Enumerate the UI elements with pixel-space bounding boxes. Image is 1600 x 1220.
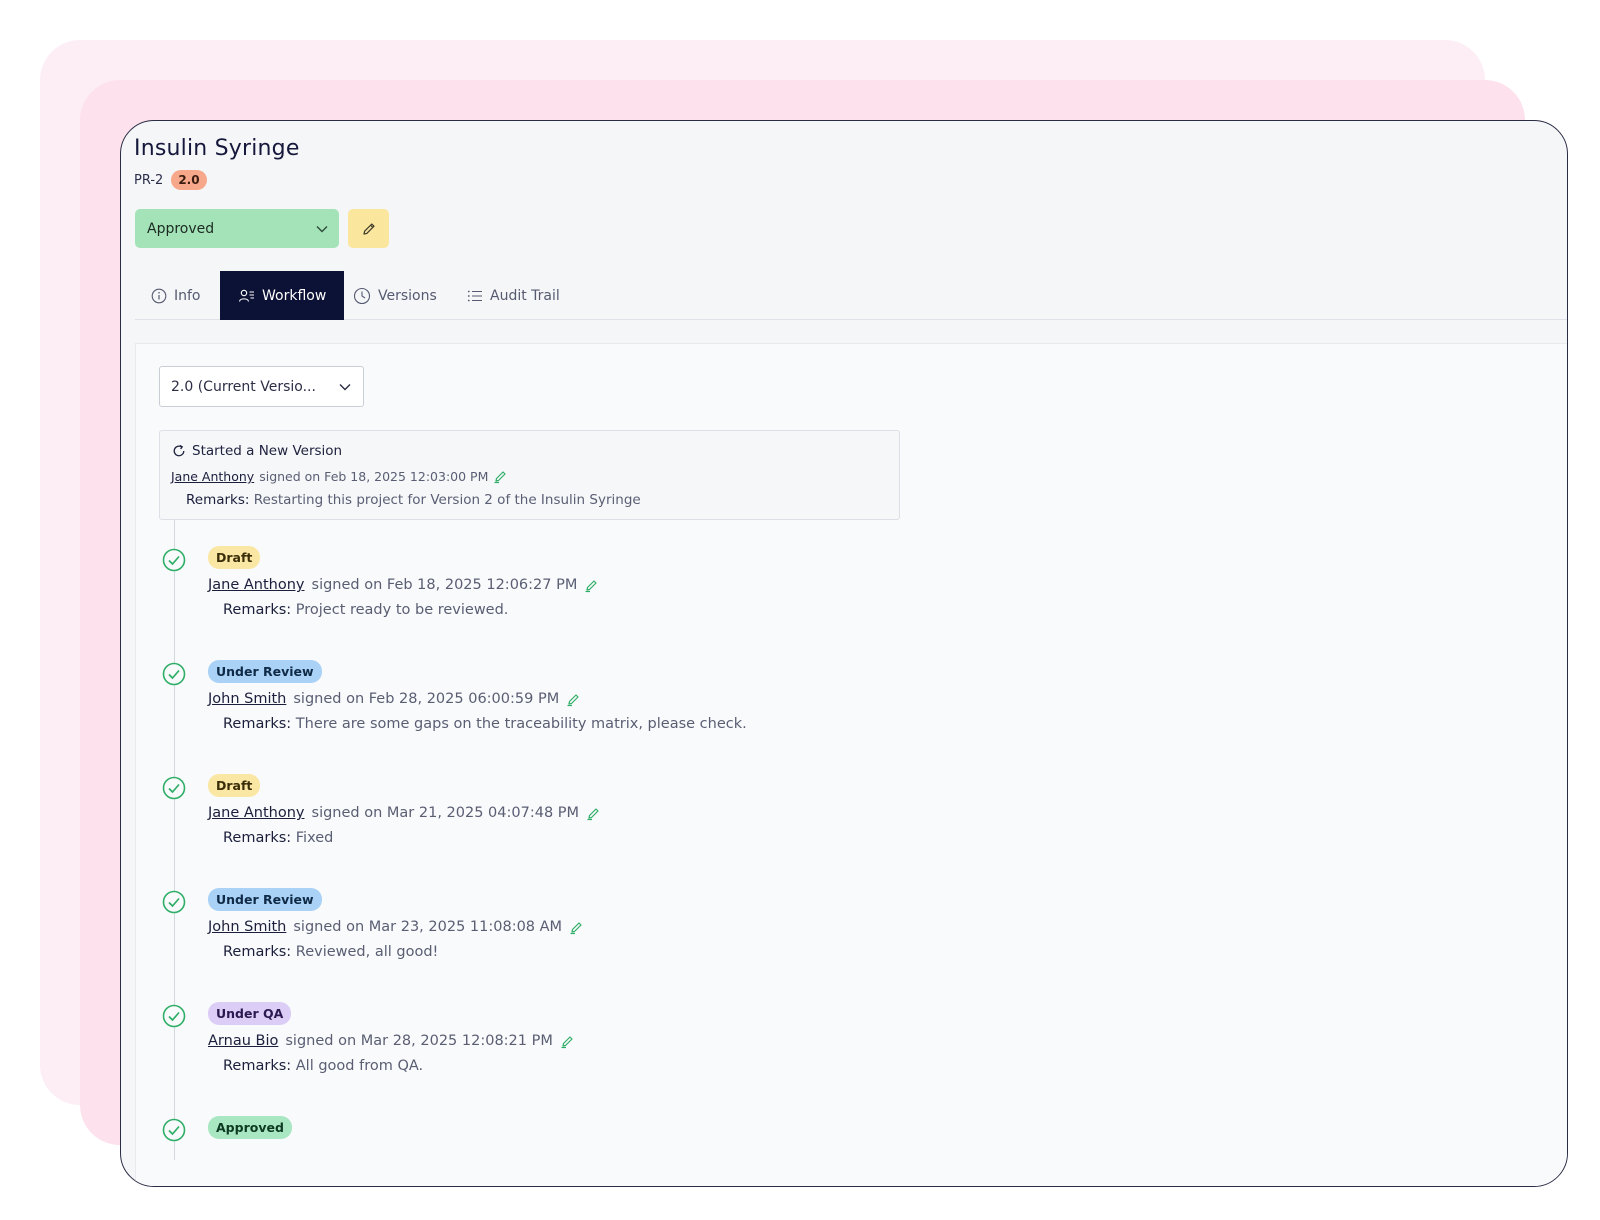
- tab-versions[interactable]: Versions: [353, 271, 437, 320]
- remarks-label: Remarks:: [223, 1058, 292, 1074]
- remarks-label: Remarks:: [223, 716, 292, 732]
- version-dropdown[interactable]: 2.0 (Current Versio...: [159, 366, 364, 407]
- signature-icon: [560, 1034, 575, 1049]
- check-circle-icon: [162, 1004, 186, 1028]
- timeline-event: Under QA Arnau Bio signed on Mar 28, 202…: [162, 1002, 1062, 1102]
- status-dropdown[interactable]: Approved: [135, 209, 339, 248]
- version-dropdown-value: 2.0 (Current Versio...: [171, 378, 316, 395]
- event-remarks: Remarks: All good from QA.: [223, 1058, 423, 1074]
- status-dropdown-value: Approved: [147, 220, 215, 237]
- signature-icon: [586, 806, 601, 821]
- tab-workflow[interactable]: Workflow: [220, 271, 345, 320]
- remarks-text: Fixed: [295, 830, 334, 846]
- edit-button[interactable]: [348, 209, 389, 248]
- project-id-row: PR-2 2.0: [134, 170, 207, 190]
- chevron-down-icon: [339, 383, 351, 390]
- start-version-header: Started a New Version: [172, 443, 342, 459]
- status-badge: Approved: [208, 1116, 292, 1139]
- clock-icon: [353, 287, 371, 304]
- start-version-remarks: Remarks: Restarting this project for Ver…: [186, 492, 641, 508]
- status-badge: Under Review: [208, 888, 322, 911]
- status-badge: Under Review: [208, 660, 322, 683]
- status-badge: Draft: [208, 774, 261, 797]
- event-signature: Jane Anthony signed on Mar 21, 2025 04:0…: [208, 805, 601, 821]
- check-circle-icon: [162, 548, 186, 572]
- event-signature: John Smith signed on Feb 28, 2025 06:00:…: [208, 691, 581, 707]
- event-signature: John Smith signed on Mar 23, 2025 11:08:…: [208, 919, 584, 935]
- list-icon: [467, 290, 482, 301]
- timeline-event: Draft Jane Anthony signed on Mar 21, 202…: [162, 774, 1062, 874]
- pencil-icon: [362, 222, 375, 235]
- refresh-icon: [173, 444, 185, 457]
- remarks-text: All good from QA.: [295, 1058, 424, 1074]
- timeline-event: Approved: [162, 1116, 1062, 1156]
- workflow-content: 2.0 (Current Versio... Started a New Ver…: [135, 343, 1567, 1186]
- remarks-label: Remarks:: [223, 944, 292, 960]
- tab-info[interactable]: Info: [151, 271, 201, 320]
- tab-versions-label: Versions: [378, 287, 437, 304]
- signature-icon: [566, 692, 581, 707]
- tab-info-label: Info: [174, 287, 201, 304]
- remarks-text: There are some gaps on the traceability …: [295, 716, 747, 732]
- signed-text: signed on Feb 18, 2025 12:03:00 PM: [259, 469, 489, 484]
- timeline-event: Draft Jane Anthony signed on Feb 18, 202…: [162, 546, 1062, 646]
- check-circle-icon: [162, 890, 186, 914]
- timeline-event: Under Review John Smith signed on Feb 28…: [162, 660, 1062, 760]
- page-title: Insulin Syringe: [134, 136, 300, 161]
- timeline-event: Under Review John Smith signed on Mar 23…: [162, 888, 1062, 988]
- signature-icon: [584, 578, 599, 593]
- signed-text: signed on Mar 23, 2025 11:08:08 AM: [293, 919, 563, 935]
- signature-icon: [569, 920, 584, 935]
- info-icon: [151, 288, 167, 303]
- user-link[interactable]: Jane Anthony: [208, 805, 305, 821]
- start-version-title: Started a New Version: [192, 443, 343, 459]
- remarks-text: Project ready to be reviewed.: [295, 602, 509, 618]
- tab-audit-trail-label: Audit Trail: [490, 287, 560, 304]
- signed-text: signed on Mar 28, 2025 12:08:21 PM: [285, 1033, 553, 1049]
- version-badge: 2.0: [171, 170, 207, 190]
- check-circle-icon: [162, 776, 186, 800]
- tab-workflow-label: Workflow: [262, 287, 327, 304]
- signed-text: signed on Feb 28, 2025 06:00:59 PM: [293, 691, 560, 707]
- check-circle-icon: [162, 1118, 186, 1142]
- user-link[interactable]: Jane Anthony: [171, 469, 254, 484]
- remarks-label: Remarks:: [223, 602, 292, 618]
- user-link[interactable]: John Smith: [208, 919, 286, 935]
- event-remarks: Remarks: Reviewed, all good!: [223, 944, 438, 960]
- remarks-label: Remarks:: [223, 830, 292, 846]
- start-version-card: Started a New Version Jane Anthony signe…: [159, 430, 900, 520]
- remarks-label: Remarks:: [186, 492, 250, 508]
- event-remarks: Remarks: There are some gaps on the trac…: [223, 716, 747, 732]
- user-link[interactable]: Jane Anthony: [208, 577, 305, 593]
- signed-text: signed on Mar 21, 2025 04:07:48 PM: [311, 805, 580, 821]
- tab-bar: Info Workflow Versions Audit Trail: [135, 271, 1567, 320]
- remarks-text: Restarting this project for Version 2 of…: [253, 492, 641, 508]
- start-version-signature: Jane Anthony signed on Feb 18, 2025 12:0…: [171, 469, 508, 484]
- remarks-text: Reviewed, all good!: [295, 944, 439, 960]
- event-remarks: Remarks: Project ready to be reviewed.: [223, 602, 508, 618]
- signed-text: signed on Feb 18, 2025 12:06:27 PM: [311, 577, 578, 593]
- event-signature: Arnau Bio signed on Mar 28, 2025 12:08:2…: [208, 1033, 575, 1049]
- status-badge: Under QA: [208, 1002, 292, 1025]
- event-remarks: Remarks: Fixed: [223, 830, 333, 846]
- event-signature: Jane Anthony signed on Feb 18, 2025 12:0…: [208, 577, 599, 593]
- chevron-down-icon: [316, 225, 328, 232]
- status-badge: Draft: [208, 546, 261, 569]
- tab-audit-trail[interactable]: Audit Trail: [467, 271, 560, 320]
- project-id: PR-2: [134, 172, 164, 188]
- check-circle-icon: [162, 662, 186, 686]
- user-link[interactable]: John Smith: [208, 691, 286, 707]
- project-panel: Insulin Syringe PR-2 2.0 Approved Info W…: [120, 120, 1568, 1187]
- signature-icon: [493, 469, 508, 484]
- users-icon: [238, 289, 254, 302]
- user-link[interactable]: Arnau Bio: [208, 1033, 278, 1049]
